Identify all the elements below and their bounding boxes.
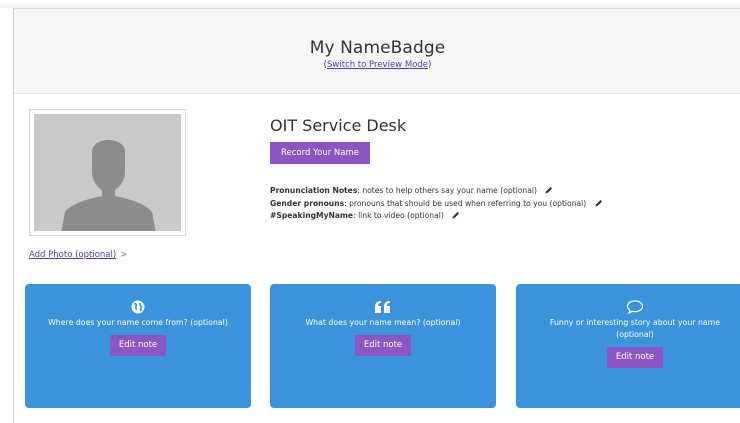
card-question: What does your name mean? (optional): [305, 318, 461, 327]
name-meaning-card: What does your name mean? (optional) Edi…: [270, 284, 496, 408]
add-photo-row: Add Photo (optional) >: [29, 250, 127, 260]
name-origin-card: Where does your name come from? (optiona…: [25, 284, 251, 408]
avatar-silhouette-icon: [34, 114, 181, 231]
pencil-icon[interactable]: [452, 211, 460, 219]
record-name-button[interactable]: Record Your Name: [270, 142, 370, 164]
quote-icon: [375, 301, 390, 313]
name-story-card: Funny or interesting story about your na…: [516, 284, 740, 408]
add-photo-link[interactable]: Add Photo (optional): [29, 250, 116, 260]
page-title: My NameBadge: [309, 38, 446, 58]
speaking-my-name-row: #SpeakingMyName: link to video (optional…: [270, 210, 603, 223]
top-edge: [0, 0, 740, 8]
display-name: OIT Service Desk: [270, 116, 407, 135]
mode-switch-line: (Switch to Preview Mode): [323, 60, 432, 70]
gender-pronouns-row: Gender pronouns: pronouns that should be…: [270, 198, 603, 211]
pencil-icon[interactable]: [595, 199, 603, 207]
pencil-icon[interactable]: [545, 186, 553, 194]
speech-bubble-icon: [626, 300, 644, 314]
pronunciation-notes-row: Pronunciation Notes: notes to help other…: [270, 185, 603, 198]
globe-icon: [131, 300, 145, 314]
edit-note-button[interactable]: Edit note: [109, 335, 167, 356]
avatar-placeholder: [34, 114, 181, 231]
edit-note-button[interactable]: Edit note: [606, 347, 664, 368]
card-question: Where does your name come from? (optiona…: [48, 318, 228, 327]
profile-notes: Pronunciation Notes: notes to help other…: [270, 185, 603, 223]
edit-note-button[interactable]: Edit note: [354, 335, 412, 356]
switch-preview-link[interactable]: Switch to Preview Mode: [327, 60, 428, 70]
chevron-right-icon: >: [120, 250, 128, 260]
namebadge-page: My NameBadge (Switch to Preview Mode) Ad…: [13, 8, 740, 423]
card-question: Funny or interesting story about your na…: [549, 318, 721, 339]
profile-photo-frame: [29, 109, 186, 236]
page-header: My NameBadge (Switch to Preview Mode): [14, 9, 740, 94]
